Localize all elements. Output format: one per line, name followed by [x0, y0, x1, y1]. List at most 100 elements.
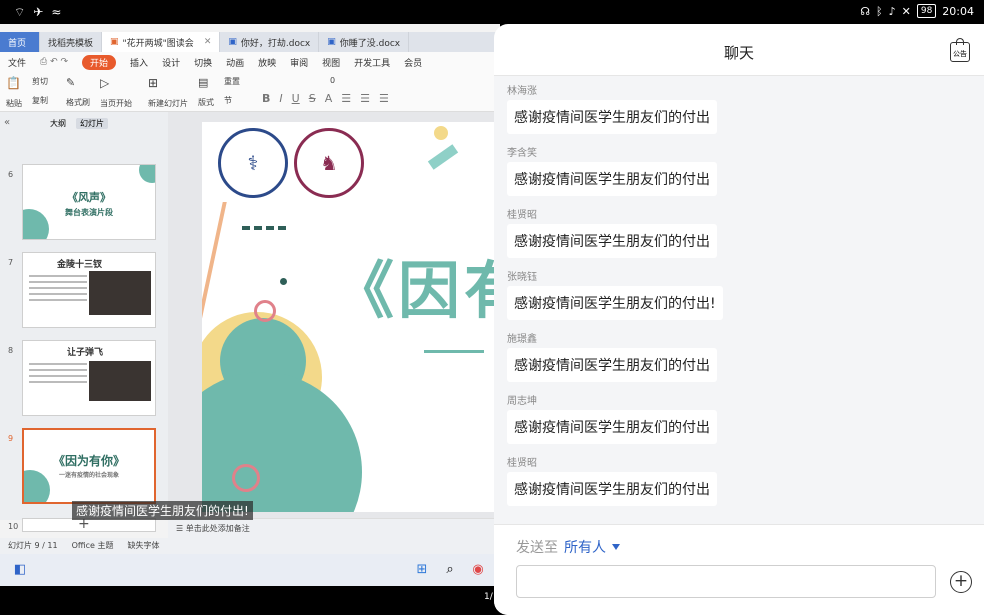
university-logo: ⚕	[218, 128, 288, 198]
menu-icons: ⎙ ↶ ↷	[40, 57, 69, 67]
tab-slides[interactable]: 幻灯片	[76, 118, 108, 129]
menu-review[interactable]: 审阅	[290, 56, 308, 69]
layout-button[interactable]: 版式	[198, 97, 214, 108]
word-file-icon: ▣	[228, 37, 237, 47]
message-item: 张晓钰 感谢疫情间医学生朋友们的付出!	[507, 268, 723, 320]
slide-number: 7	[8, 258, 14, 267]
close-icon[interactable]: ✕	[204, 37, 212, 47]
slide-number: 9	[8, 434, 14, 443]
slide-canvas: ⚕ ♞ 《因有	[168, 112, 500, 520]
slide-panel: « 大纲 幻灯片 6 《风声》 舞台表演片段 7 金陵十三钗 8 让子弹飞 9 …	[0, 112, 168, 532]
bold-icon[interactable]: B	[262, 92, 270, 105]
slide-thumbnail[interactable]: 金陵十三钗	[22, 252, 156, 328]
chat-panel: 聊天 公告 林海涨 感谢疫情间医学生朋友们的付出 李含笑 感谢疫情间医学生朋友们…	[494, 24, 984, 615]
announcement-button[interactable]: 公告	[950, 38, 970, 62]
section-button[interactable]: 节	[224, 95, 240, 106]
message-bubble: 感谢疫情间医学生朋友们的付出!	[507, 286, 723, 320]
status-line: 幻灯片 9 / 11 Office 主题 缺失字体	[0, 538, 500, 554]
cast-icon: ≈	[51, 5, 62, 19]
message-item: 林海涨 感谢疫情间医学生朋友们的付出	[507, 82, 717, 134]
reset-button[interactable]: 重置	[224, 76, 240, 87]
widgets-icon[interactable]: ◧	[12, 562, 28, 578]
clock: 20:04	[942, 4, 974, 18]
tab-outline[interactable]: 大纲	[50, 118, 66, 129]
menu-design[interactable]: 设计	[162, 56, 180, 69]
slide-thumbnail[interactable]: 《风声》 舞台表演片段	[22, 164, 156, 240]
page-counter: 1/	[484, 592, 493, 602]
menu-member[interactable]: 会员	[404, 56, 422, 69]
recipient-selector[interactable]: 发送至 所有人	[516, 537, 620, 557]
notes-placeholder[interactable]: 单击此处添加备注	[186, 524, 250, 533]
slide-number: 10	[8, 522, 19, 531]
menu-slideshow[interactable]: 放映	[258, 56, 276, 69]
notes-bar[interactable]: ☰ 单击此处添加备注	[168, 518, 500, 538]
announcement-icon-label: 公告	[953, 50, 967, 58]
mute-icon: ✕	[901, 4, 911, 18]
ppt-file-icon: ▣	[110, 37, 119, 47]
play-from-current-button[interactable]: 当页开始	[100, 98, 132, 109]
send-to-label: 发送至	[516, 540, 558, 556]
font-format-group: B I U S A ☰ ☰ ☰	[262, 92, 389, 105]
menu-animation[interactable]: 动画	[226, 56, 244, 69]
menu-insert[interactable]: 插入	[130, 56, 148, 69]
format-painter-button[interactable]: 格式刷	[66, 97, 90, 108]
theme-name[interactable]: Office 主题	[72, 540, 114, 552]
current-slide[interactable]: ⚕ ♞ 《因有	[202, 122, 500, 512]
add-attachment-icon[interactable]: +	[950, 571, 972, 593]
browser-icon[interactable]: ◉	[470, 562, 486, 578]
message-input[interactable]	[516, 565, 936, 598]
new-slide-button[interactable]: 新建幻灯片	[148, 98, 188, 109]
document-tabs: 首页 找稻壳模板 ▣ "花开两城"图读会 ✕ ▣ 你好，打劫.docx ▣ 你睡…	[0, 32, 500, 52]
menu-devtools[interactable]: 开发工具	[354, 56, 390, 69]
message-bubble: 感谢疫情间医学生朋友们的付出	[507, 162, 717, 196]
slide-thumbnail[interactable]: 让子弹飞	[22, 340, 156, 416]
strikethrough-icon[interactable]: S	[309, 92, 316, 105]
slide-main-title: 《因有	[332, 254, 500, 327]
battery-indicator: 98	[916, 4, 937, 18]
paste-button[interactable]: 粘贴	[6, 98, 22, 109]
align-center-icon[interactable]: ☰	[360, 92, 370, 105]
theatre-academy-logo: ♞	[294, 128, 364, 198]
cut-button[interactable]: 剪切	[32, 76, 48, 87]
slide-photo	[89, 271, 151, 315]
recipient-value[interactable]: 所有人	[564, 537, 606, 557]
font-size-select[interactable]: 0	[330, 76, 335, 85]
message-sender: 张晓钰	[507, 272, 537, 283]
tab-home[interactable]: 首页	[0, 32, 40, 52]
missing-font-button[interactable]: 缺失字体	[128, 540, 160, 552]
layout-icon: ▤	[198, 76, 209, 89]
airplane-icon: ✈	[33, 5, 44, 19]
slide-number: 6	[8, 170, 14, 179]
caret-down-icon[interactable]	[612, 544, 620, 550]
message-list[interactable]: 林海涨 感谢疫情间医学生朋友们的付出 李含笑 感谢疫情间医学生朋友们的付出 桂贤…	[494, 76, 984, 524]
align-left-icon[interactable]: ☰	[341, 92, 351, 105]
search-icon[interactable]: ⌕	[442, 562, 458, 578]
bluetooth-icon: ᛒ	[875, 4, 883, 18]
copy-button[interactable]: 复制	[32, 95, 48, 106]
menu-home[interactable]: 开始	[82, 54, 117, 70]
slide-thumbnail-selected[interactable]: 《因为有你》 一迷有疫情的社会现象	[22, 428, 156, 504]
menu-file[interactable]: 文件	[8, 56, 26, 69]
underline-icon[interactable]: U	[292, 92, 300, 105]
menu-transition[interactable]: 切换	[194, 56, 212, 69]
slide-title: 《风声》	[67, 191, 111, 204]
message-item: 施璟鑫 感谢疫情间医学生朋友们的付出	[507, 330, 717, 382]
compose-area: 发送至 所有人 +	[494, 524, 984, 615]
slide-title: 金陵十三钗	[57, 260, 103, 270]
word-file-icon: ▣	[327, 37, 336, 47]
collapse-icon[interactable]: «	[4, 117, 10, 128]
tab-doc-2[interactable]: ▣ 你睡了没.docx	[319, 32, 410, 52]
danmaku-overlay: 感谢疫情间医学生朋友们的付出!	[72, 501, 253, 520]
italic-icon[interactable]: I	[279, 92, 282, 105]
message-sender: 桂贤昭	[507, 458, 537, 469]
tab-doc-1[interactable]: ▣ 你好，打劫.docx	[220, 32, 320, 52]
align-right-icon[interactable]: ☰	[379, 92, 389, 105]
font-color-icon[interactable]: A	[325, 92, 333, 105]
menu-view[interactable]: 视图	[322, 56, 340, 69]
tab-template[interactable]: 找稻壳模板	[40, 32, 103, 52]
paste-icon[interactable]: 📋	[6, 76, 22, 90]
slide-subtitle: 一迷有疫情的社会现象	[58, 472, 119, 479]
windows-start-icon[interactable]: ⊞	[414, 562, 430, 578]
ribbon: 📋 粘贴 剪切 复制 ✎ 格式刷 ▷ 当页开始 ⊞ 新建幻灯片 ▤ 版式 重置 …	[0, 72, 500, 112]
tab-presentation[interactable]: ▣ "花开两城"图读会 ✕	[102, 32, 221, 52]
